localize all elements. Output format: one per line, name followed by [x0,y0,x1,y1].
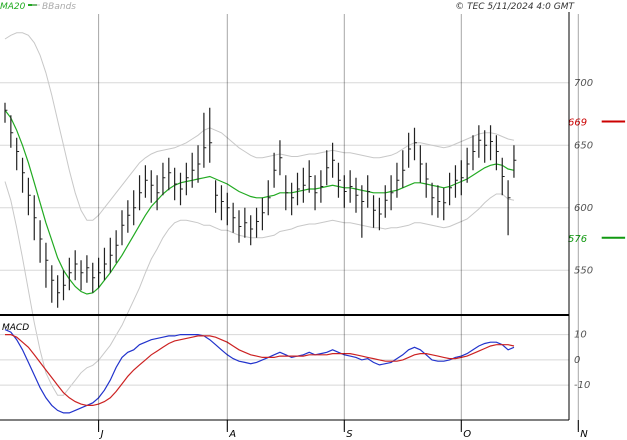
price-tick-label: 550 [574,265,593,276]
macd-tick-label: 10 [574,330,587,341]
month-tick-label: S [346,429,353,440]
macd-panel-title: MACD [2,323,29,333]
copyright-text: © TEC 5/11/2024 4:0 GMT [455,2,575,12]
price-tick-label: 600 [574,203,593,214]
month-tick-label: A [228,429,236,440]
chart-background [0,0,627,440]
price-tick-label: 700 [574,78,593,89]
price-macd-chart: MA20 BBands © TEC 5/11/2024 4:0 GMT 669 5… [0,0,627,440]
ma20-legend-label: MA20 [0,2,26,12]
bbands-legend-label: BBands [42,2,76,12]
macd-tick-label: -10 [574,380,590,391]
resistance-label: 669 [568,118,587,129]
support-label: 576 [568,234,587,245]
month-tick-label: O [463,429,471,440]
month-tick-label: N [580,429,588,440]
price-tick-label: 650 [574,140,593,151]
macd-tick-label: 0 [574,355,580,366]
